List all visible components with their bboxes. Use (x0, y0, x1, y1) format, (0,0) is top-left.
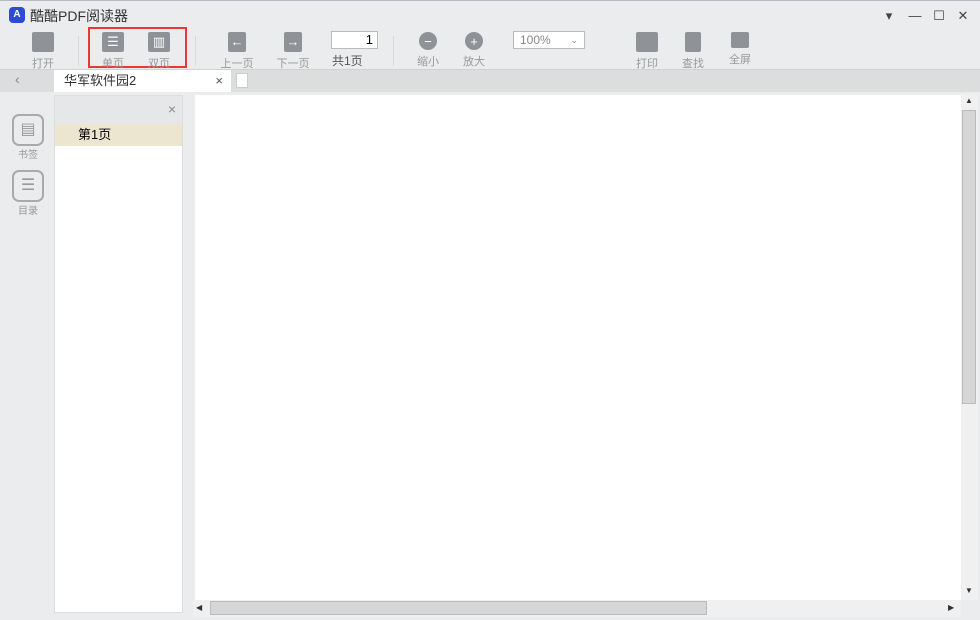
zoom-select[interactable]: 100% ⌄ (513, 31, 585, 49)
tab-close-icon[interactable]: × (215, 70, 223, 91)
maximize-button[interactable]: ☐ (929, 7, 949, 25)
vertical-scroll-thumb[interactable] (962, 110, 976, 404)
tab-scroll-left-icon[interactable]: ‹ (15, 71, 20, 87)
double-page-button[interactable]: ▥ 双页 (136, 32, 182, 71)
find-button[interactable]: 查找 (670, 32, 716, 71)
panel-close-icon[interactable]: × (168, 101, 176, 117)
divider (393, 36, 394, 66)
app-title: 酷酷PDF阅读器 (30, 8, 128, 24)
zoom-in-icon: + (465, 32, 483, 50)
page-number-input[interactable]: 1 (331, 31, 378, 49)
new-tab-icon[interactable] (236, 73, 248, 88)
fullscreen-icon (731, 32, 749, 48)
bookmark-panel: × 第1页 (54, 95, 183, 613)
bookmark-label: 书签 (18, 150, 38, 161)
sidebar: ▤ 书签 ☰ 目录 (0, 92, 54, 620)
prev-page-button[interactable]: ← 上一页 (214, 32, 260, 71)
title-bar: A 酷酷PDF阅读器 ▾ — ☐ ✕ (0, 0, 980, 30)
fullscreen-button[interactable]: 全屏 (717, 32, 763, 67)
divider (195, 36, 196, 66)
single-page-icon: ☰ (102, 32, 124, 52)
sidebar-bookmark[interactable]: ▤ 书签 (11, 114, 45, 161)
tab-document[interactable]: 华军软件园2 × (54, 70, 231, 92)
minimize-button[interactable]: — (905, 7, 925, 25)
next-page-icon: → (284, 32, 302, 52)
tab-label: 华军软件园2 (64, 73, 137, 88)
panel-header: × (55, 96, 182, 124)
scroll-right-icon[interactable]: ▶ (948, 603, 954, 612)
toc-label: 目录 (18, 206, 38, 217)
document-view[interactable] (195, 95, 961, 600)
single-page-button[interactable]: ☰ 单页 (90, 32, 136, 71)
scroll-down-icon[interactable]: ▼ (965, 586, 973, 595)
bookmark-icon: ▤ (12, 114, 44, 146)
scroll-up-icon[interactable]: ▲ (965, 96, 973, 105)
print-button[interactable]: 打印 (624, 32, 670, 71)
close-button[interactable]: ✕ (953, 7, 973, 25)
sidebar-toc[interactable]: ☰ 目录 (11, 170, 45, 217)
zoom-in-label: 放大 (463, 56, 485, 68)
bookmark-item[interactable]: 第1页 (55, 124, 182, 146)
zoom-value: 100% (520, 33, 551, 47)
prev-page-icon: ← (228, 32, 246, 52)
list-icon: ☰ (12, 170, 44, 202)
zoom-out-icon: − (419, 32, 437, 50)
chevron-down-icon: ⌄ (570, 35, 578, 45)
double-page-icon: ▥ (148, 32, 170, 52)
fullscreen-label: 全屏 (729, 54, 751, 66)
zoom-out-button[interactable]: − 缩小 (405, 32, 451, 69)
page-total: 共1页 (332, 54, 363, 68)
search-icon (685, 32, 701, 52)
zoom-in-button[interactable]: + 放大 (451, 32, 497, 69)
next-page-button[interactable]: → 下一页 (270, 32, 316, 71)
zoom-out-label: 缩小 (417, 56, 439, 68)
app-logo-icon: A (9, 7, 25, 23)
folder-icon (32, 32, 54, 52)
print-icon (636, 32, 658, 52)
open-button[interactable]: 打开 (20, 32, 66, 71)
divider (78, 36, 79, 66)
horizontal-scroll-thumb[interactable] (210, 601, 707, 615)
scroll-left-icon[interactable]: ◀ (196, 603, 202, 612)
menu-dropdown-icon[interactable]: ▾ (879, 7, 899, 25)
